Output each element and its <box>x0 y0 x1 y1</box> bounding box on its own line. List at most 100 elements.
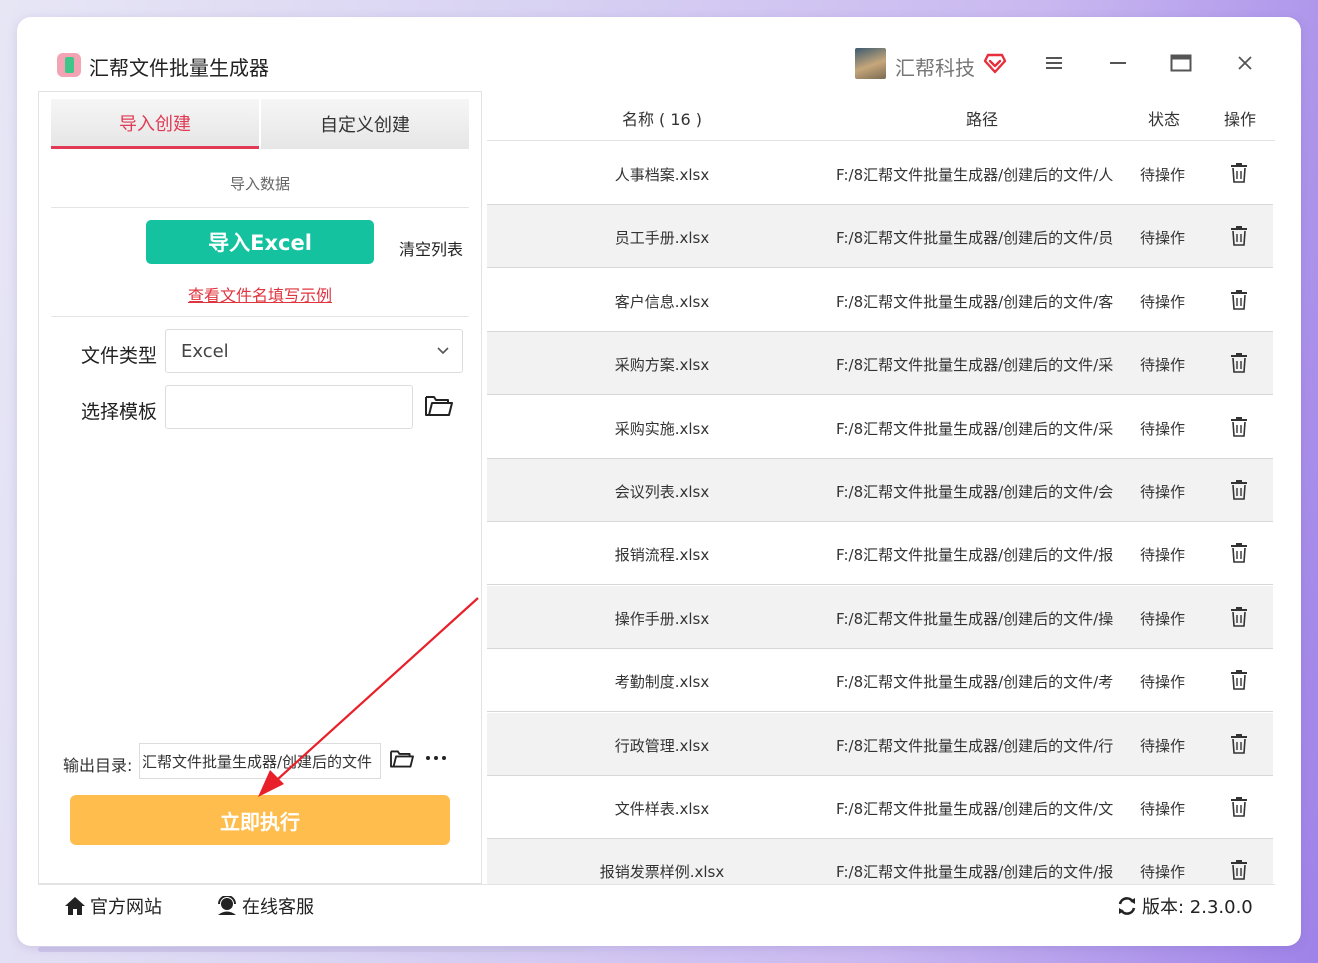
delete-row-button[interactable] <box>1229 669 1249 691</box>
footer: 官方网站 在线客服 版本: 2.3.0.0 <box>38 884 1275 939</box>
file-type-select[interactable]: Excel <box>165 329 463 373</box>
file-type-label: 文件类型 <box>81 345 158 367</box>
delete-row-button[interactable] <box>1229 796 1249 818</box>
close-icon <box>1238 56 1252 70</box>
official-website-link[interactable]: 官方网站 <box>64 893 162 919</box>
table-row[interactable]: 采购实施.xlsx F:/8汇帮文件批量生成器/创建后的文件/采 待操作 <box>487 396 1273 459</box>
brand-name[interactable]: 汇帮科技 <box>895 52 975 81</box>
output-folder-button[interactable] <box>389 748 415 774</box>
trash-icon <box>1229 860 1249 881</box>
delete-row-button[interactable] <box>1229 733 1249 755</box>
maximize-icon <box>1170 54 1192 72</box>
delete-row-button[interactable] <box>1229 416 1249 438</box>
table-row[interactable]: 报销流程.xlsx F:/8汇帮文件批量生成器/创建后的文件/报 待操作 <box>487 522 1273 586</box>
delete-row-button[interactable] <box>1229 162 1249 184</box>
delete-row-button[interactable] <box>1229 542 1249 564</box>
filename-example-link[interactable]: 查看文件名填写示例 <box>51 282 469 306</box>
app-window: 汇帮文件批量生成器 汇帮科技 导入创建 自定义创建 导入数据 导入Excel 清… <box>17 17 1301 946</box>
online-support-label: 在线客服 <box>242 897 314 918</box>
file-name-cell: 员工手册.xlsx <box>614 229 710 248</box>
delete-row-button[interactable] <box>1229 225 1249 247</box>
trash-icon <box>1229 543 1249 564</box>
delete-row-button[interactable] <box>1229 606 1249 628</box>
file-path-cell: F:/8汇帮文件批量生成器/创建后的文件/员 <box>836 229 1114 248</box>
trash-icon <box>1229 226 1249 247</box>
file-path-cell: F:/8汇帮文件批量生成器/创建后的文件/会 <box>836 483 1114 501</box>
status-cell: 待操作 <box>1140 546 1186 565</box>
user-avatar[interactable] <box>855 48 886 79</box>
file-name-cell: 考勤制度.xlsx <box>614 673 710 692</box>
file-path-cell: F:/8汇帮文件批量生成器/创建后的文件/客 <box>836 292 1114 311</box>
delete-row-button[interactable] <box>1229 289 1249 311</box>
table-row[interactable]: 客户信息.xlsx F:/8汇帮文件批量生成器/创建后的文件/客 待操作 <box>487 269 1273 332</box>
template-label: 选择模板 <box>81 401 158 423</box>
table-header: 名称 ( 16 ) 路径 状态 操作 <box>487 91 1275 141</box>
file-path-cell: F:/8汇帮文件批量生成器/创建后的文件/文 <box>836 800 1114 818</box>
folder-icon <box>425 396 453 416</box>
header-status[interactable]: 状态 <box>1137 106 1191 130</box>
table-row[interactable]: 采购方案.xlsx F:/8汇帮文件批量生成器/创建后的文件/采 待操作 <box>487 332 1273 396</box>
status-cell: 待操作 <box>1140 356 1186 375</box>
status-cell: 待操作 <box>1140 863 1186 882</box>
tab-custom-create[interactable]: 自定义创建 <box>261 99 469 149</box>
support-icon <box>218 896 236 915</box>
delete-row-button[interactable] <box>1229 352 1249 374</box>
file-name-cell: 报销发票样例.xlsx <box>599 863 725 882</box>
status-cell: 待操作 <box>1140 166 1186 184</box>
template-input[interactable] <box>165 385 413 429</box>
more-icon <box>434 756 438 760</box>
header-name[interactable]: 名称 ( 16 ) <box>577 106 747 130</box>
file-path-cell: F:/8汇帮文件批量生成器/创建后的文件/采 <box>836 356 1114 375</box>
file-name-cell: 采购实施.xlsx <box>614 419 710 438</box>
more-icon <box>426 756 430 760</box>
output-dir-label: 输出目录: <box>63 756 133 775</box>
table-row[interactable]: 报销发票样例.xlsx F:/8汇帮文件批量生成器/创建后的文件/报 待操作 <box>487 839 1273 884</box>
file-name-cell: 采购方案.xlsx <box>614 356 710 375</box>
tab-import-create[interactable]: 导入创建 <box>51 99 259 149</box>
table-row[interactable]: 考勤制度.xlsx F:/8汇帮文件批量生成器/创建后的文件/考 待操作 <box>487 649 1273 713</box>
table-row[interactable]: 员工手册.xlsx F:/8汇帮文件批量生成器/创建后的文件/员 待操作 <box>487 205 1273 269</box>
horizontal-scrollbar[interactable] <box>38 947 584 952</box>
close-button[interactable] <box>1229 47 1261 79</box>
maximize-button[interactable] <box>1165 47 1197 79</box>
status-cell: 待操作 <box>1140 483 1186 501</box>
header-path[interactable]: 路径 <box>927 106 1037 130</box>
status-cell: 待操作 <box>1140 673 1186 692</box>
trash-icon <box>1229 606 1249 628</box>
table-row[interactable]: 人事档案.xlsx F:/8汇帮文件批量生成器/创建后的文件/人 待操作 <box>487 142 1273 205</box>
template-folder-button[interactable] <box>424 393 454 423</box>
home-icon <box>65 897 85 915</box>
file-table: 名称 ( 16 ) 路径 状态 操作 人事档案.xlsx F:/8汇帮文件批量生成… <box>487 91 1275 884</box>
file-path-cell: F:/8汇帮文件批量生成器/创建后的文件/人 <box>836 166 1114 184</box>
file-path-cell: F:/8汇帮文件批量生成器/创建后的文件/考 <box>836 673 1114 692</box>
online-support-link[interactable]: 在线客服 <box>216 893 314 919</box>
minimize-button[interactable] <box>1102 47 1134 79</box>
app-icon <box>57 53 81 77</box>
delete-row-button[interactable] <box>1229 859 1249 881</box>
import-excel-button[interactable]: 导入Excel <box>146 220 374 264</box>
title-bar: 汇帮文件批量生成器 汇帮科技 <box>17 17 1301 91</box>
run-now-button[interactable]: 立即执行 <box>70 795 450 845</box>
clear-list-link[interactable]: 清空列表 <box>399 236 463 260</box>
file-name-cell: 客户信息.xlsx <box>614 292 710 311</box>
app-title: 汇帮文件批量生成器 <box>89 56 269 80</box>
more-options-button[interactable] <box>425 748 451 768</box>
header-action: 操作 <box>1223 110 1256 129</box>
menu-button[interactable] <box>1038 47 1070 79</box>
file-name-cell: 文件样表.xlsx <box>614 800 710 818</box>
file-type-value: Excel <box>181 340 229 362</box>
vip-heart-icon[interactable] <box>983 52 1007 74</box>
table-row[interactable]: 行政管理.xlsx F:/8汇帮文件批量生成器/创建后的文件/行 待操作 <box>487 712 1273 776</box>
output-dir-input[interactable]: 汇帮文件批量生成器/创建后的文件 <box>139 743 381 779</box>
status-cell: 待操作 <box>1140 229 1186 248</box>
delete-row-button[interactable] <box>1229 479 1249 501</box>
status-cell: 待操作 <box>1140 609 1186 628</box>
file-path-cell: F:/8汇帮文件批量生成器/创建后的文件/报 <box>836 546 1114 565</box>
version-info[interactable]: 版本: 2.3.0.0 <box>1116 893 1253 919</box>
table-row[interactable]: 会议列表.xlsx F:/8汇帮文件批量生成器/创建后的文件/会 待操作 <box>487 459 1273 522</box>
table-row[interactable]: 文件样表.xlsx F:/8汇帮文件批量生成器/创建后的文件/文 待操作 <box>487 776 1273 839</box>
trash-icon <box>1229 416 1249 438</box>
file-name-cell: 行政管理.xlsx <box>614 736 710 755</box>
table-row[interactable]: 操作手册.xlsx F:/8汇帮文件批量生成器/创建后的文件/操 待操作 <box>487 585 1273 649</box>
chevron-down-icon <box>437 347 449 355</box>
